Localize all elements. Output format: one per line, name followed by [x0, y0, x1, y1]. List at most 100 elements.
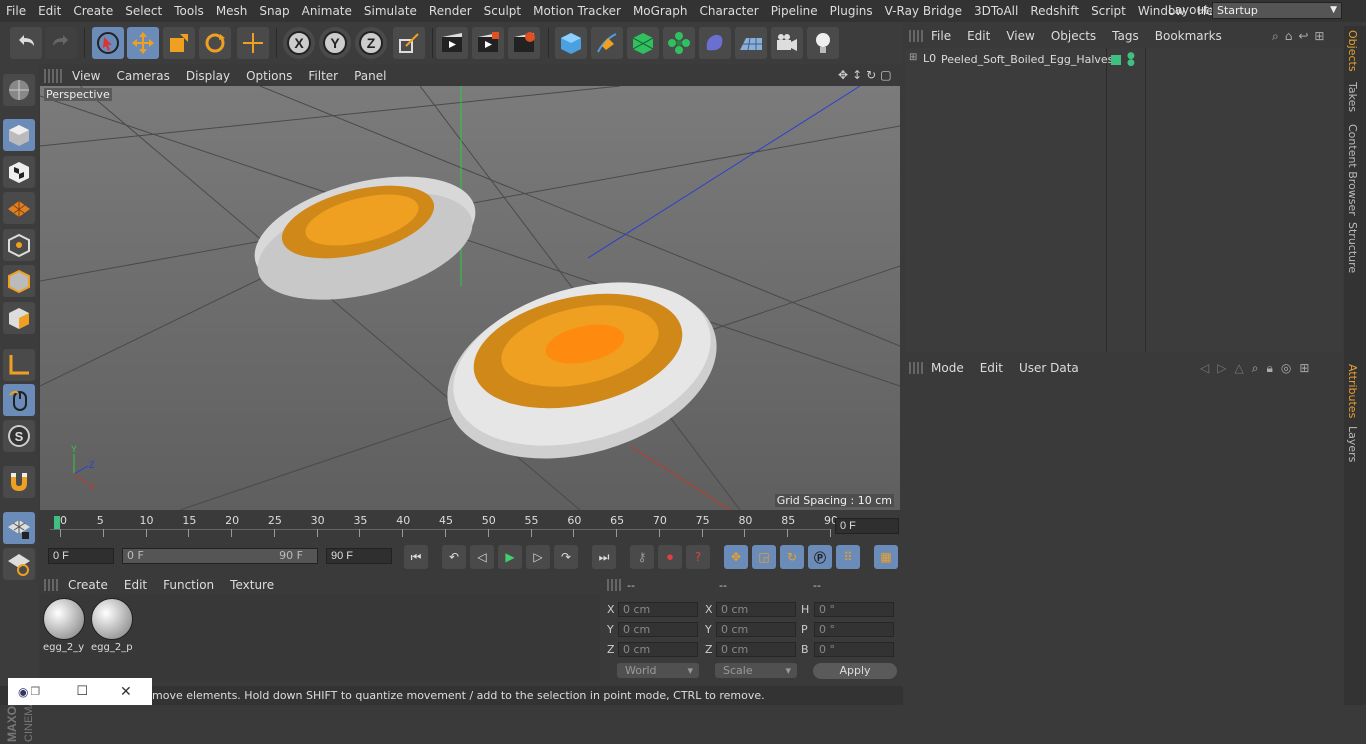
viewport-menu-panel[interactable]: Panel — [346, 69, 394, 83]
y-axis-button[interactable]: Y — [319, 27, 351, 59]
viewport-menu-cameras[interactable]: Cameras — [108, 69, 177, 83]
coord-value-field[interactable]: 0 cm — [618, 642, 698, 657]
material-menu-create[interactable]: Create — [60, 578, 116, 592]
subdivision-button[interactable] — [627, 27, 659, 59]
coord-value-field[interactable]: 0 cm — [716, 642, 796, 657]
z-axis-button[interactable]: Z — [355, 27, 387, 59]
egg-half-right[interactable] — [427, 254, 738, 488]
tab-layers[interactable]: Layers — [1346, 426, 1359, 462]
new-window-icon[interactable]: ⊞ — [1299, 361, 1309, 377]
rotate-tool-button[interactable] — [199, 27, 231, 59]
last-tool-button[interactable] — [237, 27, 269, 59]
viewport-menu-filter[interactable]: Filter — [300, 69, 346, 83]
attribute-menu-edit[interactable]: Edit — [972, 361, 1011, 375]
tab-objects[interactable]: Objects — [1346, 30, 1359, 72]
key-scale-button[interactable]: ◲ — [752, 545, 776, 569]
workplane-mode-button[interactable] — [3, 192, 35, 224]
timeline[interactable]: 0 5 10 15 20 25 30 35 40 45 50 55 60 65 70 75 80 85 90 — [40, 512, 900, 540]
model-mode-button[interactable] — [3, 119, 35, 151]
menu-sculpt[interactable]: Sculpt — [478, 4, 527, 18]
live-selection-button[interactable] — [92, 27, 124, 59]
solo-button[interactable]: S — [3, 420, 35, 452]
menu-motion-tracker[interactable]: Motion Tracker — [527, 4, 627, 18]
goto-end-button[interactable]: ⏭ — [592, 545, 616, 569]
viewport-camera-label[interactable]: Perspective — [44, 88, 112, 101]
max-frame-field[interactable] — [326, 548, 392, 564]
prev-key-button[interactable]: ↶ — [442, 545, 466, 569]
snap-button[interactable] — [3, 466, 35, 498]
object-menu-view[interactable]: View — [998, 29, 1042, 43]
viewport-menu-display[interactable]: Display — [178, 69, 238, 83]
maximize-icon[interactable]: ▢ — [880, 68, 891, 84]
menu-simulate[interactable]: Simulate — [358, 4, 423, 18]
apply-button[interactable]: Apply — [813, 663, 897, 679]
menu-script[interactable]: Script — [1085, 4, 1132, 18]
menu-file[interactable]: File — [0, 4, 32, 18]
goto-start-button[interactable]: ⏮ — [404, 545, 428, 569]
egg-half-left[interactable] — [243, 156, 487, 319]
object-menu-tags[interactable]: Tags — [1104, 29, 1147, 43]
coordinate-mode-dropdown[interactable]: World ▾ — [617, 663, 699, 678]
enable-workplane-button[interactable] — [3, 512, 35, 544]
deformer-button[interactable] — [699, 27, 731, 59]
material-menu-function[interactable]: Function — [155, 578, 222, 592]
timeline-ruler[interactable]: 0 5 10 15 20 25 30 35 40 45 50 55 60 65 70 75 80 85 90 — [50, 512, 838, 540]
material-swatch[interactable]: egg_2_y — [43, 598, 87, 656]
forward-arrow-icon[interactable]: ▷ — [1217, 361, 1226, 377]
menu-pipeline[interactable]: Pipeline — [765, 4, 824, 18]
render-picture-viewer-button[interactable] — [472, 27, 504, 59]
coord-value-field[interactable]: 0 cm — [618, 602, 698, 617]
tweak-mode-button[interactable] — [3, 384, 35, 416]
menu-mograph[interactable]: MoGraph — [627, 4, 694, 18]
coord-value-field[interactable]: 0 ° — [814, 642, 894, 657]
menu-create[interactable]: Create — [67, 4, 119, 18]
expand-icon[interactable]: ⊞ — [909, 52, 917, 63]
menu-render[interactable]: Render — [423, 4, 478, 18]
key-position-button[interactable]: ✥ — [724, 545, 748, 569]
viewport-menu-view[interactable]: View — [64, 69, 108, 83]
menu-redshift[interactable]: Redshift — [1024, 4, 1085, 18]
play-button[interactable]: ▶ — [498, 545, 522, 569]
key-pla-button[interactable]: ⠿ — [836, 545, 860, 569]
zoom-icon[interactable]: ↕ — [852, 68, 862, 84]
coord-value-field[interactable]: 0 cm — [716, 622, 796, 637]
points-mode-button[interactable] — [3, 229, 35, 261]
cube-button[interactable] — [555, 27, 587, 59]
render-view-button[interactable] — [436, 27, 468, 59]
maximize-window-icon[interactable]: ☐ — [76, 684, 88, 699]
back-icon[interactable]: ↩ — [1298, 29, 1308, 45]
cloner-button[interactable] — [663, 27, 695, 59]
keyframe-selection-button[interactable]: ? — [686, 545, 710, 569]
coord-value-field[interactable]: 0 ° — [814, 602, 894, 617]
tab-structure[interactable]: Structure — [1346, 222, 1359, 273]
tab-takes[interactable]: Takes — [1346, 82, 1359, 112]
object-row[interactable]: ⊞ L0 Peeled_Soft_Boiled_Egg_Halves ● ● — [905, 52, 1342, 68]
coord-value-field[interactable]: 0 cm — [618, 622, 698, 637]
render-toggle[interactable]: ● ● — [1127, 52, 1135, 68]
close-icon[interactable]: ✕ — [120, 684, 132, 700]
polygons-mode-button[interactable] — [3, 302, 35, 334]
floor-button[interactable] — [735, 27, 767, 59]
attribute-menu-user-data[interactable]: User Data — [1011, 361, 1087, 375]
object-menu-objects[interactable]: Objects — [1043, 29, 1104, 43]
menu-plugins[interactable]: Plugins — [824, 4, 879, 18]
light-button[interactable] — [807, 27, 839, 59]
tab-content-browser[interactable]: Content Browser — [1346, 124, 1359, 216]
object-name[interactable]: Peeled_Soft_Boiled_Egg_Halves — [941, 53, 1113, 66]
search-icon[interactable]: ⌕ — [1272, 29, 1279, 45]
attribute-menu-mode[interactable]: Mode — [923, 361, 972, 375]
next-frame-button[interactable]: ▷ — [526, 545, 550, 569]
material-swatch[interactable]: egg_2_p — [91, 598, 135, 656]
timeline-window-button[interactable]: ▦ — [874, 545, 898, 569]
menu-tools[interactable]: Tools — [168, 4, 210, 18]
object-menu-file[interactable]: File — [923, 29, 959, 43]
menu-3dtoall[interactable]: 3DToAll — [968, 4, 1024, 18]
lock-icon[interactable]: 🔒︎ — [1266, 361, 1272, 377]
new-window-icon[interactable]: ⊞ — [1314, 29, 1324, 45]
back-arrow-icon[interactable]: ◁ — [1200, 361, 1209, 377]
search-icon[interactable]: ⌕ — [1252, 361, 1259, 377]
camera-button[interactable] — [771, 27, 803, 59]
size-mode-dropdown[interactable]: Scale ▾ — [715, 663, 797, 678]
menu-v-ray-bridge[interactable]: V-Ray Bridge — [879, 4, 968, 18]
axis-mode-button[interactable] — [3, 349, 35, 381]
